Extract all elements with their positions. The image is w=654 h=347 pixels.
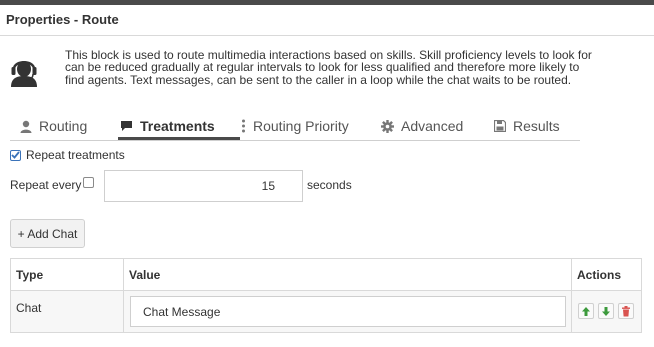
delete-icon <box>622 305 630 316</box>
repeat-treatments-row: Repeat treatments <box>10 148 125 162</box>
tab-routing[interactable]: Routing <box>20 113 87 139</box>
move-down-icon <box>602 306 610 316</box>
tab-advanced[interactable]: Advanced <box>381 113 463 139</box>
move-down-button[interactable] <box>598 303 614 319</box>
tab-routing-label: Routing <box>39 118 88 134</box>
repeat-every-checkbox[interactable] <box>83 177 94 188</box>
move-up-button[interactable] <box>578 303 594 319</box>
repeat-every-label: Repeat every <box>10 178 82 192</box>
repeat-treatments-label: Repeat treatments <box>26 148 125 162</box>
table-row: Chat <box>11 291 641 332</box>
column-divider <box>123 259 124 332</box>
active-tab-indicator <box>118 137 240 140</box>
repeat-treatments-checkbox[interactable] <box>10 149 21 161</box>
panel-title: Properties - Route <box>6 12 119 27</box>
save-icon <box>494 120 506 132</box>
tab-treatments-label: Treatments <box>140 118 215 134</box>
vertical-dots-icon <box>242 119 245 133</box>
row-type-cell: Chat <box>16 301 42 315</box>
block-description: This block is used to route multimedia i… <box>65 48 592 87</box>
add-chat-button[interactable]: + Add Chat <box>10 219 85 248</box>
checkmark-icon <box>11 151 20 159</box>
top-border <box>0 0 654 5</box>
column-header-type: Type <box>16 268 44 282</box>
repeat-interval-input[interactable] <box>104 170 303 202</box>
header-divider <box>0 35 654 36</box>
tab-treatments[interactable]: Treatments <box>120 113 215 139</box>
agent-headset-icon <box>11 61 37 87</box>
move-up-icon <box>582 306 590 316</box>
treatments-table: Type Value Actions Chat <box>10 258 642 333</box>
chat-message-input[interactable] <box>130 296 566 327</box>
column-header-actions: Actions <box>577 268 622 282</box>
seconds-label: seconds <box>307 178 352 192</box>
tab-routing-priority-label: Routing Priority <box>253 118 349 134</box>
tab-advanced-label: Advanced <box>401 118 464 134</box>
column-header-value: Value <box>129 268 161 282</box>
agent-icon <box>20 120 32 133</box>
tab-results-label: Results <box>513 118 560 134</box>
add-chat-label: + Add Chat <box>17 226 78 241</box>
tab-results[interactable]: Results <box>494 113 560 139</box>
tab-bar: Routing Treatments Routing Priority Adva… <box>10 113 580 141</box>
tab-routing-priority[interactable]: Routing Priority <box>241 113 349 139</box>
chat-icon <box>121 121 132 131</box>
delete-button[interactable] <box>618 303 634 319</box>
column-divider <box>571 259 572 332</box>
gear-icon <box>381 119 394 133</box>
